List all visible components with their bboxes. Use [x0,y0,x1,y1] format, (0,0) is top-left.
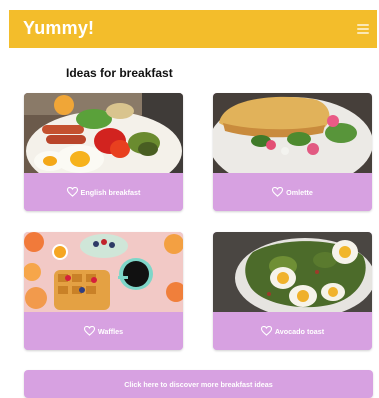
card-english-breakfast-label: English breakfast [80,187,141,197]
heart-outline-icon[interactable] [260,326,272,336]
waffles-photo [24,232,183,312]
discover-more-button[interactable]: Click here to discover more breakfast id… [24,370,373,398]
avocado-toast-photo [213,232,372,312]
omlette-photo [213,93,372,173]
card-english-breakfast[interactable]: English breakfast [24,93,183,211]
heart-outline-icon[interactable] [272,187,284,197]
card-avocado-toast-label: Avocado toast [274,326,325,336]
card-waffles-label: Waffles [97,326,124,336]
card-waffles[interactable]: Waffles [24,232,183,350]
card-waffles-caption: Waffles [24,312,183,350]
card-avocado-toast-caption: Avocado toast [213,312,372,350]
card-omlette-label: Omlette [286,187,313,197]
section-title: Ideas for breakfast [66,66,173,80]
hamburger-menu-icon[interactable] [357,24,369,34]
brand-title[interactable]: Yummy! [23,18,94,39]
heart-outline-icon[interactable] [83,326,95,336]
card-omlette-caption: Omlette [213,173,372,211]
app-header: Yummy! [9,10,377,48]
card-avocado-toast[interactable]: Avocado toast [213,232,372,350]
heart-outline-icon[interactable] [66,187,78,197]
english-breakfast-photo [24,93,183,173]
card-english-breakfast-caption: English breakfast [24,173,183,211]
card-omlette[interactable]: Omlette [213,93,372,211]
